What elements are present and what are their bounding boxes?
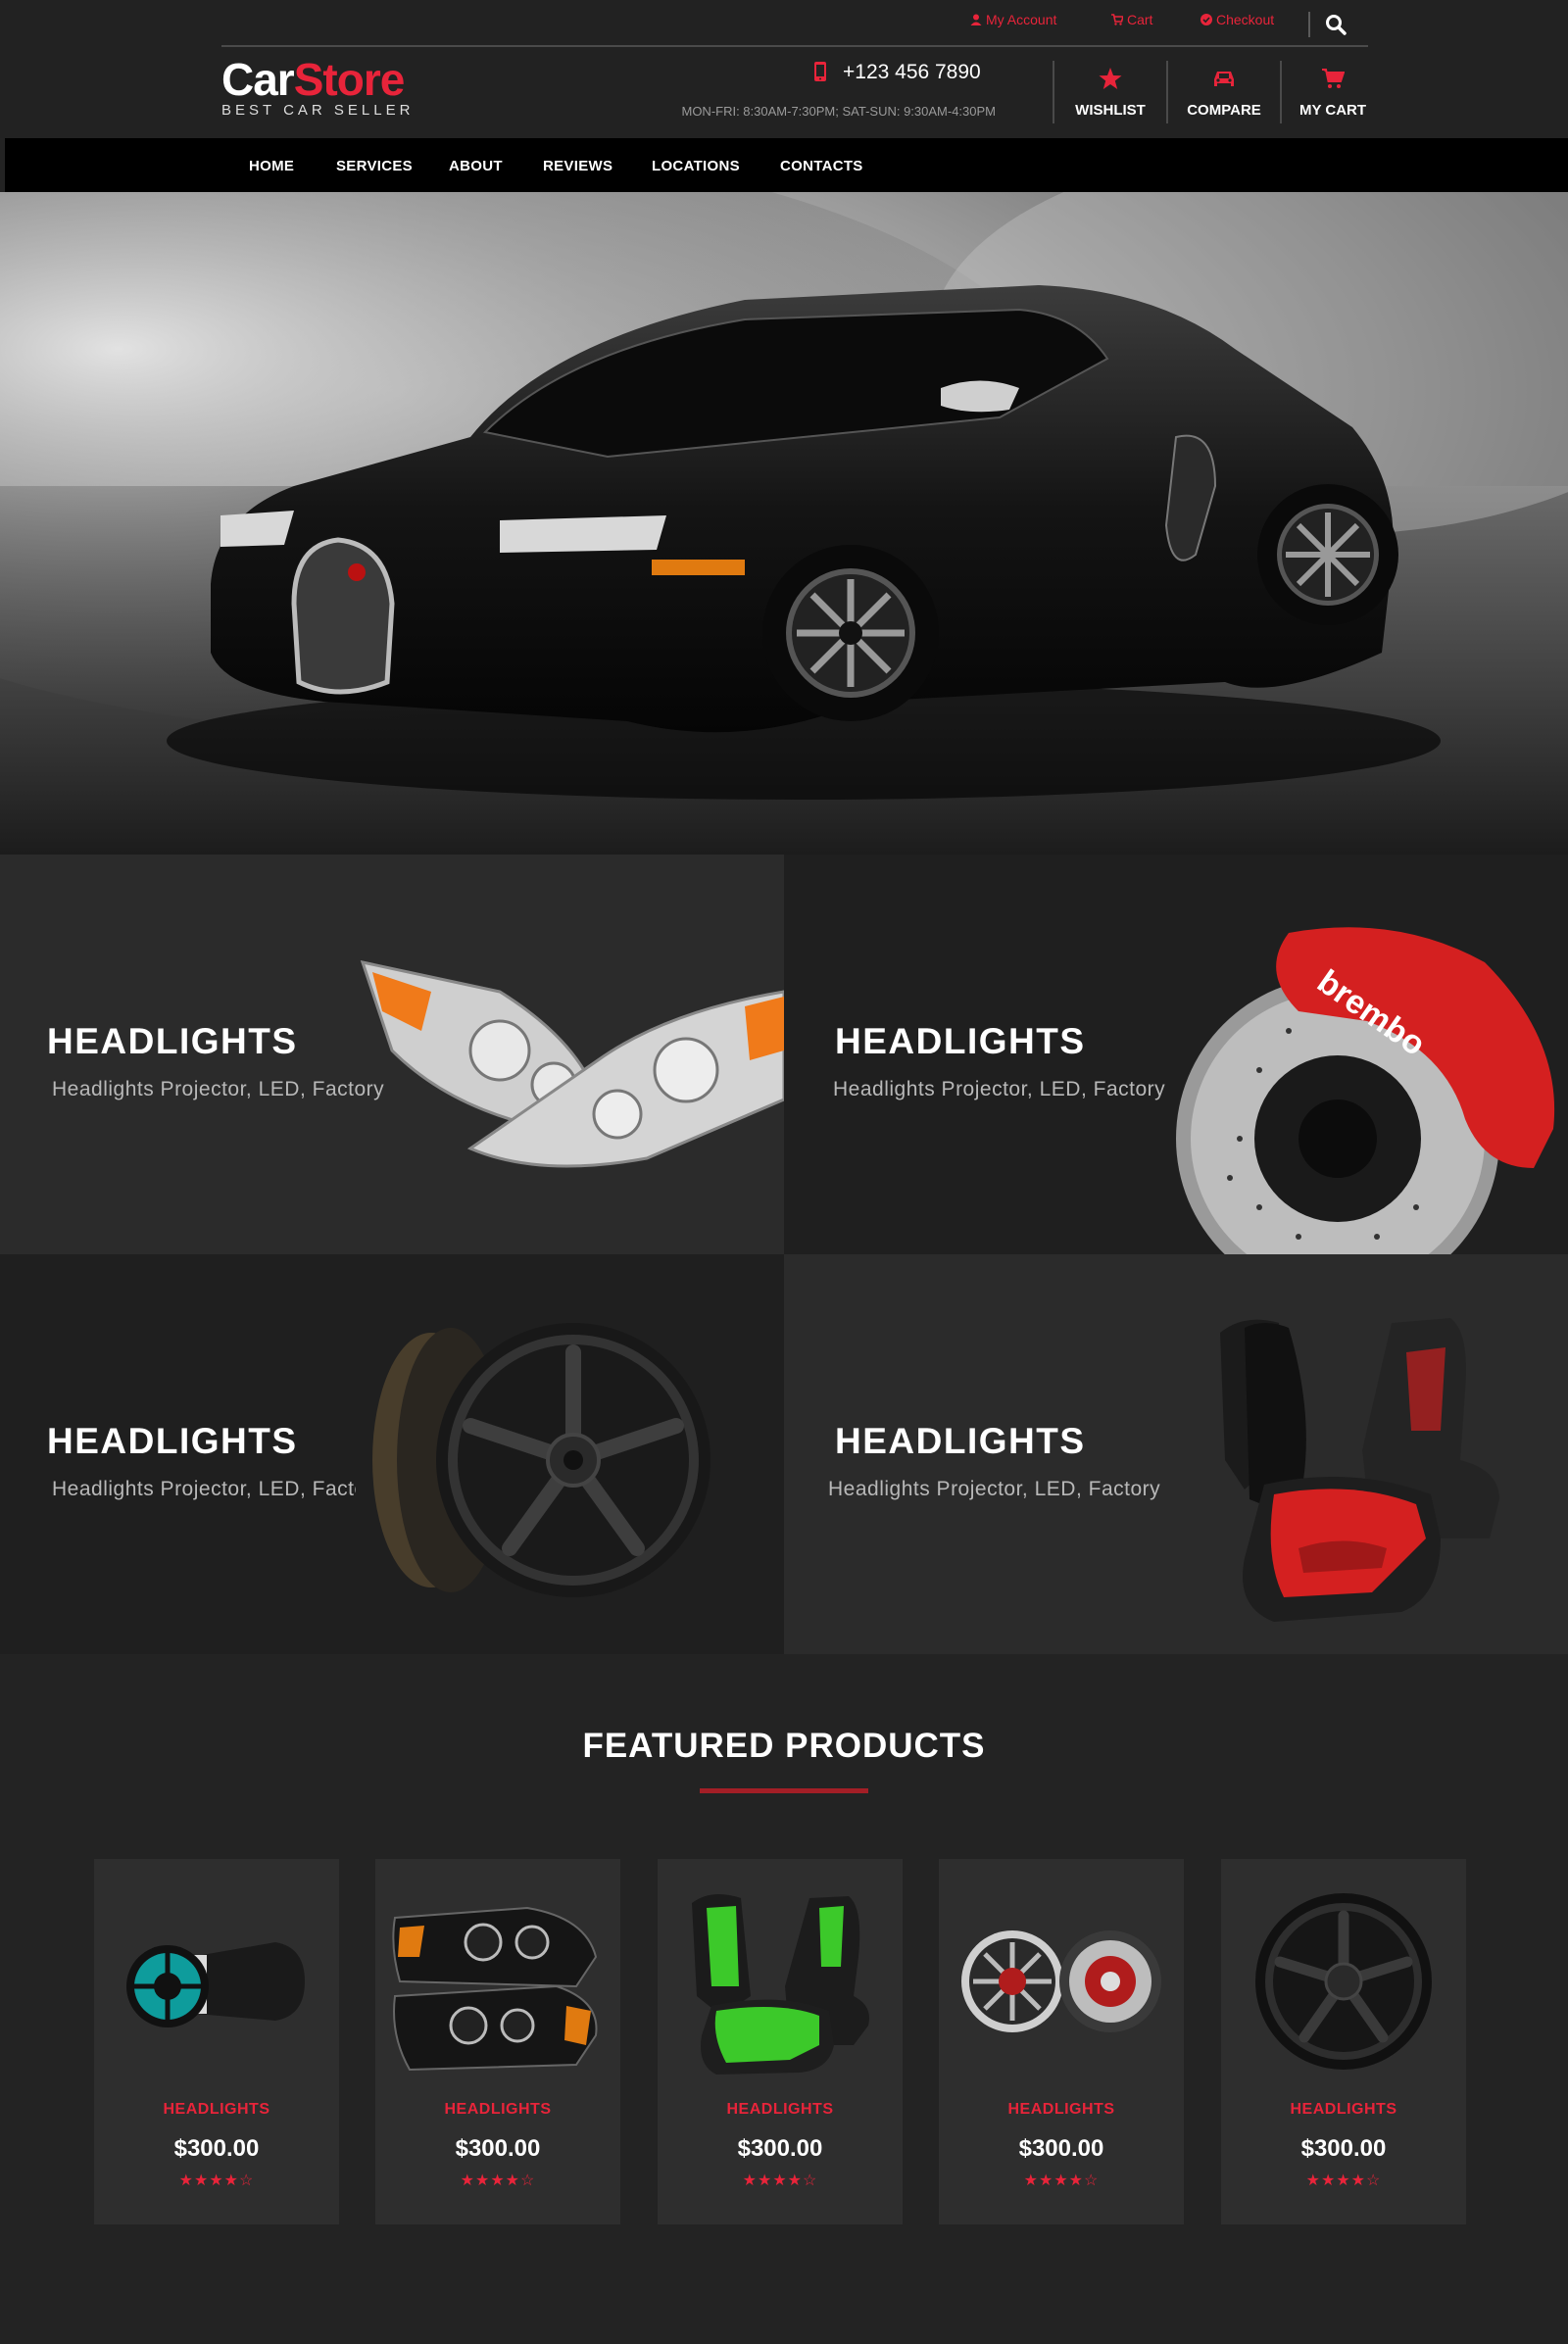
my-account-link[interactable]: My Account	[970, 12, 1056, 27]
checkout-link[interactable]: Checkout	[1200, 12, 1274, 27]
cart-label: Cart	[1127, 12, 1153, 27]
phone-number[interactable]: +123 456 7890	[813, 61, 981, 84]
search-icon[interactable]	[1325, 14, 1347, 35]
racing-seat-image	[1220, 1318, 1499, 1622]
my-cart-label: MY CART	[1298, 102, 1367, 119]
user-icon	[970, 14, 982, 25]
headlights-image	[392, 1906, 598, 2072]
logo-tagline: BEST CAR SELLER	[221, 102, 415, 119]
nav-home[interactable]: HOME	[249, 158, 294, 174]
compare-button[interactable]: COMPARE	[1168, 61, 1280, 125]
cart-icon	[1111, 14, 1125, 25]
cart-link[interactable]: Cart	[1111, 12, 1152, 27]
nav-services[interactable]: SERVICES	[336, 158, 413, 174]
star-rating: ★★★★☆	[178, 2173, 255, 2189]
star-rating: ★★★★☆	[1023, 2173, 1100, 2189]
product-price: $300.00	[1300, 2135, 1387, 2162]
wheel-rim-image	[1255, 1893, 1432, 2070]
site-header: My Account Cart Checkout CarStore BEST C…	[0, 0, 1568, 138]
product-name[interactable]: HEADLIGHTS	[939, 2101, 1184, 2119]
product-card[interactable]: HEADLIGHTS $300.00 ★★★★☆	[375, 1859, 620, 2224]
compare-label: COMPARE	[1187, 102, 1261, 119]
product-price: $300.00	[455, 2135, 541, 2162]
speaker-image	[126, 1942, 305, 2027]
category-tile-brakes[interactable]: brembo HEADLIGHTS Headlights Projector, …	[784, 855, 1568, 1254]
nav-reviews[interactable]: REVIEWS	[543, 158, 612, 174]
wishlist-label: WISHLIST	[1075, 102, 1146, 119]
category-title: HEADLIGHTS	[47, 1021, 298, 1061]
cart-icon	[1322, 69, 1345, 88]
check-circle-icon	[1200, 14, 1212, 25]
nav-locations[interactable]: LOCATIONS	[652, 158, 740, 174]
star-rating: ★★★★☆	[742, 2173, 818, 2189]
category-title: HEADLIGHTS	[835, 1021, 1086, 1061]
brake-caliper-image: brembo	[1176, 927, 1555, 1254]
category-tile-rims[interactable]: HEADLIGHTS Headlights Projector, LED, Fa…	[0, 1254, 784, 1654]
checkout-label: Checkout	[1216, 12, 1275, 27]
category-tile-headlights[interactable]: HEADLIGHTS Headlights Projector, LED, Fa…	[0, 855, 784, 1254]
car-speakers-image	[961, 1930, 1161, 2032]
product-card[interactable]: HEADLIGHTS $300.00 ★★★★☆	[1221, 1859, 1466, 2224]
top-bar: My Account Cart Checkout	[221, 0, 1368, 47]
featured-products-title: FEATURED PRODUCTS	[582, 1727, 986, 1765]
star-icon	[1099, 68, 1122, 89]
category-subtitle: Headlights Projector, LED, Factory	[52, 1078, 385, 1100]
category-subtitle: Headlights Projector, LED, Factory	[833, 1078, 1166, 1100]
logo-car-text: Car	[221, 54, 295, 105]
nav-about[interactable]: ABOUT	[449, 158, 503, 174]
headlights-image	[360, 959, 784, 1168]
green-racing-seats-image	[692, 1894, 869, 2075]
star-rating: ★★★★☆	[1305, 2173, 1382, 2189]
category-tile-seats[interactable]: HEADLIGHTS Headlights Projector, LED, Fa…	[784, 1254, 1568, 1654]
product-name[interactable]: HEADLIGHTS	[375, 2101, 620, 2119]
sports-car-image	[0, 192, 1568, 855]
mobile-phone-icon	[814, 62, 826, 81]
my-cart-button[interactable]: MY CART	[1282, 61, 1384, 125]
main-nav: HOME SERVICES ABOUT REVIEWS LOCATIONS CO…	[5, 138, 1568, 192]
phone-text: +123 456 7890	[843, 61, 981, 83]
logo-store-text: Store	[293, 54, 406, 105]
product-name[interactable]: HEADLIGHTS	[658, 2101, 903, 2119]
category-subtitle: Headlights Projector, LED, Factory	[52, 1478, 356, 1500]
category-subtitle: Headlights Projector, LED, Factory	[828, 1478, 1161, 1500]
product-card[interactable]: HEADLIGHTS $300.00 ★★★★☆	[658, 1859, 903, 2224]
product-price: $300.00	[1018, 2135, 1104, 2162]
category-title: HEADLIGHTS	[47, 1421, 298, 1461]
product-price: $300.00	[173, 2135, 260, 2162]
product-card[interactable]: HEADLIGHTS $300.00 ★★★★☆	[939, 1859, 1184, 2224]
product-name[interactable]: HEADLIGHTS	[1221, 2101, 1466, 2119]
my-account-label: My Account	[986, 12, 1057, 27]
hero-banner	[0, 192, 1568, 855]
product-name[interactable]: HEADLIGHTS	[94, 2101, 339, 2119]
product-price: $300.00	[737, 2135, 823, 2162]
title-underline	[700, 1788, 868, 1793]
wishlist-button[interactable]: WISHLIST	[1054, 61, 1166, 125]
nav-contacts[interactable]: CONTACTS	[780, 158, 863, 174]
business-hours: MON-FRI: 8:30AM-7:30PM; SAT-SUN: 9:30AM-…	[681, 104, 996, 119]
search-divider	[1308, 12, 1310, 37]
site-logo[interactable]: CarStore BEST CAR SELLER	[221, 57, 414, 119]
wheel-rim-image	[372, 1323, 710, 1597]
product-card[interactable]: HEADLIGHTS $300.00 ★★★★☆	[94, 1859, 339, 2224]
star-rating: ★★★★☆	[460, 2173, 536, 2189]
category-title: HEADLIGHTS	[835, 1421, 1086, 1461]
car-icon	[1214, 72, 1234, 86]
